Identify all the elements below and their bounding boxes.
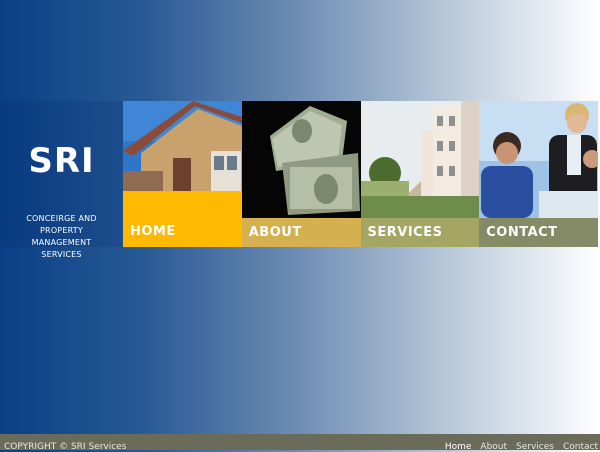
footer-link-contact[interactable]: Contact (563, 442, 598, 452)
money-house-icon (241, 101, 361, 218)
footer-link-services[interactable]: Services (516, 442, 554, 452)
footer-link-about[interactable]: About (480, 442, 507, 452)
nav-tile-home[interactable]: HOME (123, 101, 242, 247)
footer-bar: COPYRIGHT © SRI Services Home About Serv… (0, 434, 600, 452)
nav-label-about: ABOUT (241, 218, 361, 247)
footer-link-home[interactable]: Home (445, 442, 472, 452)
tagline-line: CONCEIRGE AND (26, 214, 97, 223)
nav-tile-services[interactable]: SERVICES (360, 101, 480, 247)
apartments-icon (360, 101, 480, 218)
site-logo-title: SRI (28, 141, 95, 181)
nav-tile-contact[interactable]: CONTACT (479, 101, 598, 247)
tagline-line: MANAGEMENT (31, 238, 92, 247)
site-tagline: CONCEIRGE AND PROPERTY MANAGEMENT SERVIC… (0, 213, 123, 261)
business-people-icon (479, 101, 598, 218)
tagline-line: SERVICES (41, 250, 82, 259)
house-icon (123, 101, 242, 191)
copyright-text: COPYRIGHT © SRI Services (4, 442, 127, 452)
nav-label-contact: CONTACT (479, 218, 598, 247)
nav-tile-about[interactable]: ABOUT (241, 101, 361, 247)
main-navigation: HOME ABOUT SERVICES CONTACT (123, 101, 598, 247)
tagline-line: PROPERTY (40, 226, 83, 235)
brand-panel: SRI CONCEIRGE AND PROPERTY MANAGEMENT SE… (0, 101, 123, 259)
nav-label-home: HOME (123, 191, 242, 247)
footer-links: Home About Services Contact (445, 442, 598, 452)
nav-label-services: SERVICES (360, 218, 480, 247)
